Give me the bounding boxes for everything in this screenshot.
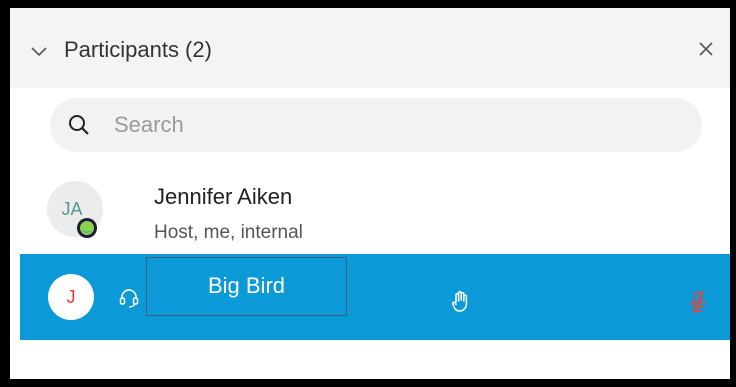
chevron-down-icon[interactable]	[29, 41, 49, 61]
muted-mic-icon[interactable]	[688, 290, 708, 314]
headset-icon	[119, 289, 139, 308]
participant-row-host[interactable]: JA Jennifer Aiken Host, me, internal	[10, 166, 730, 254]
raise-hand-icon[interactable]	[450, 290, 472, 314]
panel-header: Participants (2)	[10, 8, 730, 88]
webex-status-icon	[77, 218, 97, 238]
search-box[interactable]	[50, 98, 702, 152]
participant-name: Big Bird	[146, 257, 347, 316]
search-input[interactable]	[114, 106, 674, 144]
participant-row-selected[interactable]: J Big Bird	[20, 254, 730, 340]
search-icon	[69, 115, 89, 135]
participants-panel: Participants (2) JA Jennifer Aiken Host,…	[10, 8, 730, 379]
panel-title: Participants (2)	[64, 37, 212, 62]
close-icon[interactable]	[696, 39, 716, 59]
participant-role: Host, me, internal	[154, 222, 303, 243]
participant-name: Jennifer Aiken	[154, 184, 293, 209]
avatar: J	[48, 274, 94, 320]
